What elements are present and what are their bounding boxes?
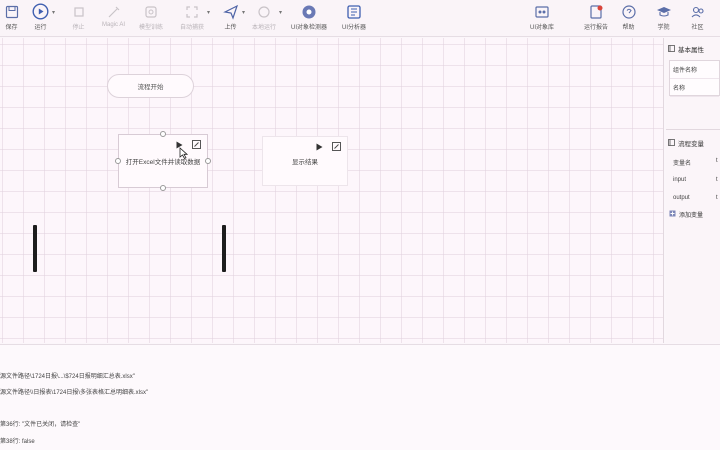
model-training-icon <box>143 3 160 20</box>
model-training-label: 模型训练 <box>139 25 164 31</box>
save-icon <box>3 3 20 20</box>
log-line: 第36行: "文件已关闭，请检查" <box>0 422 81 428</box>
chevron-down-icon[interactable]: ▾ <box>242 9 245 16</box>
flow-start-label: 流程开始 <box>137 84 164 91</box>
properties-table: 组件名称 名称 <box>669 60 720 97</box>
log-line: 源文件路径\1724日报\...\$724日报明细汇总表.xlsx" <box>0 374 135 380</box>
magic-ai-label: Magic AI <box>102 22 126 28</box>
variable-name[interactable]: output <box>673 195 690 201</box>
magic-ai-icon <box>105 3 122 20</box>
help-icon <box>620 3 637 20</box>
stop-label: 停止 <box>72 25 85 31</box>
ui-analyzer-button[interactable]: UI分析器 <box>342 2 366 35</box>
property-label: 组件名称 <box>673 68 698 74</box>
right-panel: 基本属性 组件名称 名称 流程变量 变量名 t input t output t… <box>666 38 720 343</box>
flow-start-node[interactable]: 流程开始 <box>107 74 194 98</box>
mouse-cursor-icon <box>179 147 189 161</box>
basic-properties-title: 基本属性 <box>678 47 704 54</box>
property-row[interactable]: 组件名称 <box>670 61 719 79</box>
community-button[interactable]: 社区 <box>689 2 706 35</box>
capture-button[interactable]: 自动捕获 ▾ <box>180 2 210 35</box>
connector-handle-right[interactable] <box>205 158 211 164</box>
log-line: 第38行: false <box>0 439 35 445</box>
property-label: 名称 <box>673 86 686 92</box>
connector-bar <box>222 225 226 272</box>
save-button[interactable]: 保存 <box>3 2 20 35</box>
variable-name[interactable]: 变量名 <box>673 158 691 167</box>
variable-value[interactable]: t <box>716 158 718 164</box>
run-button[interactable]: 运行 ▾ <box>32 2 55 35</box>
add-variable-label: 添加变量 <box>679 213 704 219</box>
connector-handle-bottom[interactable] <box>160 185 166 191</box>
ui-detector-icon <box>301 3 318 20</box>
object-library-icon <box>534 3 551 20</box>
report-button[interactable]: 运行报告 <box>584 2 608 35</box>
show-result-node[interactable]: 显示结果 <box>262 136 348 186</box>
output-log[interactable]: 源文件路径\1724日报\...\$724日报明细汇总表.xlsx" 源文件路径… <box>0 344 720 450</box>
ui-detector-label: UI对象检测器 <box>291 25 328 31</box>
connector-bar <box>33 225 37 272</box>
flow-variables-title: 流程变量 <box>678 141 704 148</box>
variable-value[interactable]: t <box>716 195 718 201</box>
basic-properties-header[interactable]: 基本属性 <box>668 44 704 54</box>
run-label: 运行 <box>34 25 47 31</box>
add-icon <box>669 210 676 219</box>
magic-ai-button[interactable]: Magic AI <box>102 2 125 35</box>
report-icon <box>588 3 605 20</box>
main-toolbar: 保存 运行 ▾ 停止 Magic AI 模型训练 自动捕获 ▾ 上传 ▾ 本地运… <box>0 0 720 37</box>
add-variable-button[interactable]: 添加变量 <box>669 210 703 219</box>
run-node-icon[interactable] <box>316 143 323 153</box>
report-label: 运行报告 <box>584 25 609 31</box>
stop-button[interactable]: 停止 <box>70 2 87 35</box>
chevron-down-icon[interactable]: ▾ <box>52 9 55 16</box>
stop-icon <box>70 3 87 20</box>
help-button[interactable]: 帮助 <box>620 2 637 35</box>
flow-canvas[interactable]: 流程开始 打开Excel文件并读取数据 显示结果 <box>0 38 664 343</box>
edit-icon[interactable] <box>332 142 341 153</box>
model-training-button[interactable]: 模型训练 <box>139 2 163 35</box>
send-icon <box>222 3 239 20</box>
ui-analyzer-icon <box>346 3 363 20</box>
chevron-down-icon[interactable]: ▾ <box>279 9 282 16</box>
ui-detector-button[interactable]: UI对象检测器 <box>291 2 327 35</box>
connector-handle-left[interactable] <box>115 158 121 164</box>
object-library-label: UI对象库 <box>530 25 555 31</box>
show-result-node-label: 显示结果 <box>292 159 318 166</box>
capture-icon <box>184 3 201 20</box>
community-icon <box>689 3 706 20</box>
play-circle-icon <box>32 3 49 20</box>
capture-label: 自动捕获 <box>180 25 205 31</box>
variable-name[interactable]: input <box>673 177 686 183</box>
variable-value[interactable]: t <box>716 177 718 183</box>
edit-icon[interactable] <box>192 140 201 151</box>
help-label: 帮助 <box>622 25 635 31</box>
save-label: 保存 <box>5 25 18 31</box>
local-run-label: 本地运行 <box>252 25 277 31</box>
community-label: 社区 <box>691 25 704 31</box>
properties-icon <box>668 44 675 54</box>
property-row[interactable]: 名称 <box>670 79 719 97</box>
upload-button[interactable]: 上传 ▾ <box>222 2 245 35</box>
excel-read-node-label: 打开Excel文件并读取数据 <box>125 159 201 166</box>
variables-icon <box>668 138 675 148</box>
ui-analyzer-label: UI分析器 <box>342 25 367 31</box>
chevron-down-icon[interactable]: ▾ <box>207 9 210 16</box>
academy-icon <box>655 3 672 20</box>
academy-button[interactable]: 学院 <box>655 2 672 35</box>
academy-label: 学院 <box>657 25 670 31</box>
excel-read-node[interactable]: 打开Excel文件并读取数据 <box>115 131 211 191</box>
local-run-button[interactable]: 本地运行 ▾ <box>252 2 282 35</box>
local-run-icon <box>256 3 273 20</box>
connector-handle-top[interactable] <box>160 131 166 137</box>
log-line: 源文件路径\\日报表\1724日报\多张表格汇总明细表.xlsx" <box>0 390 149 396</box>
upload-label: 上传 <box>224 25 237 31</box>
panel-divider <box>666 129 720 130</box>
object-library-button[interactable]: UI对象库 <box>530 2 554 35</box>
flow-variables-header[interactable]: 流程变量 <box>668 138 704 148</box>
